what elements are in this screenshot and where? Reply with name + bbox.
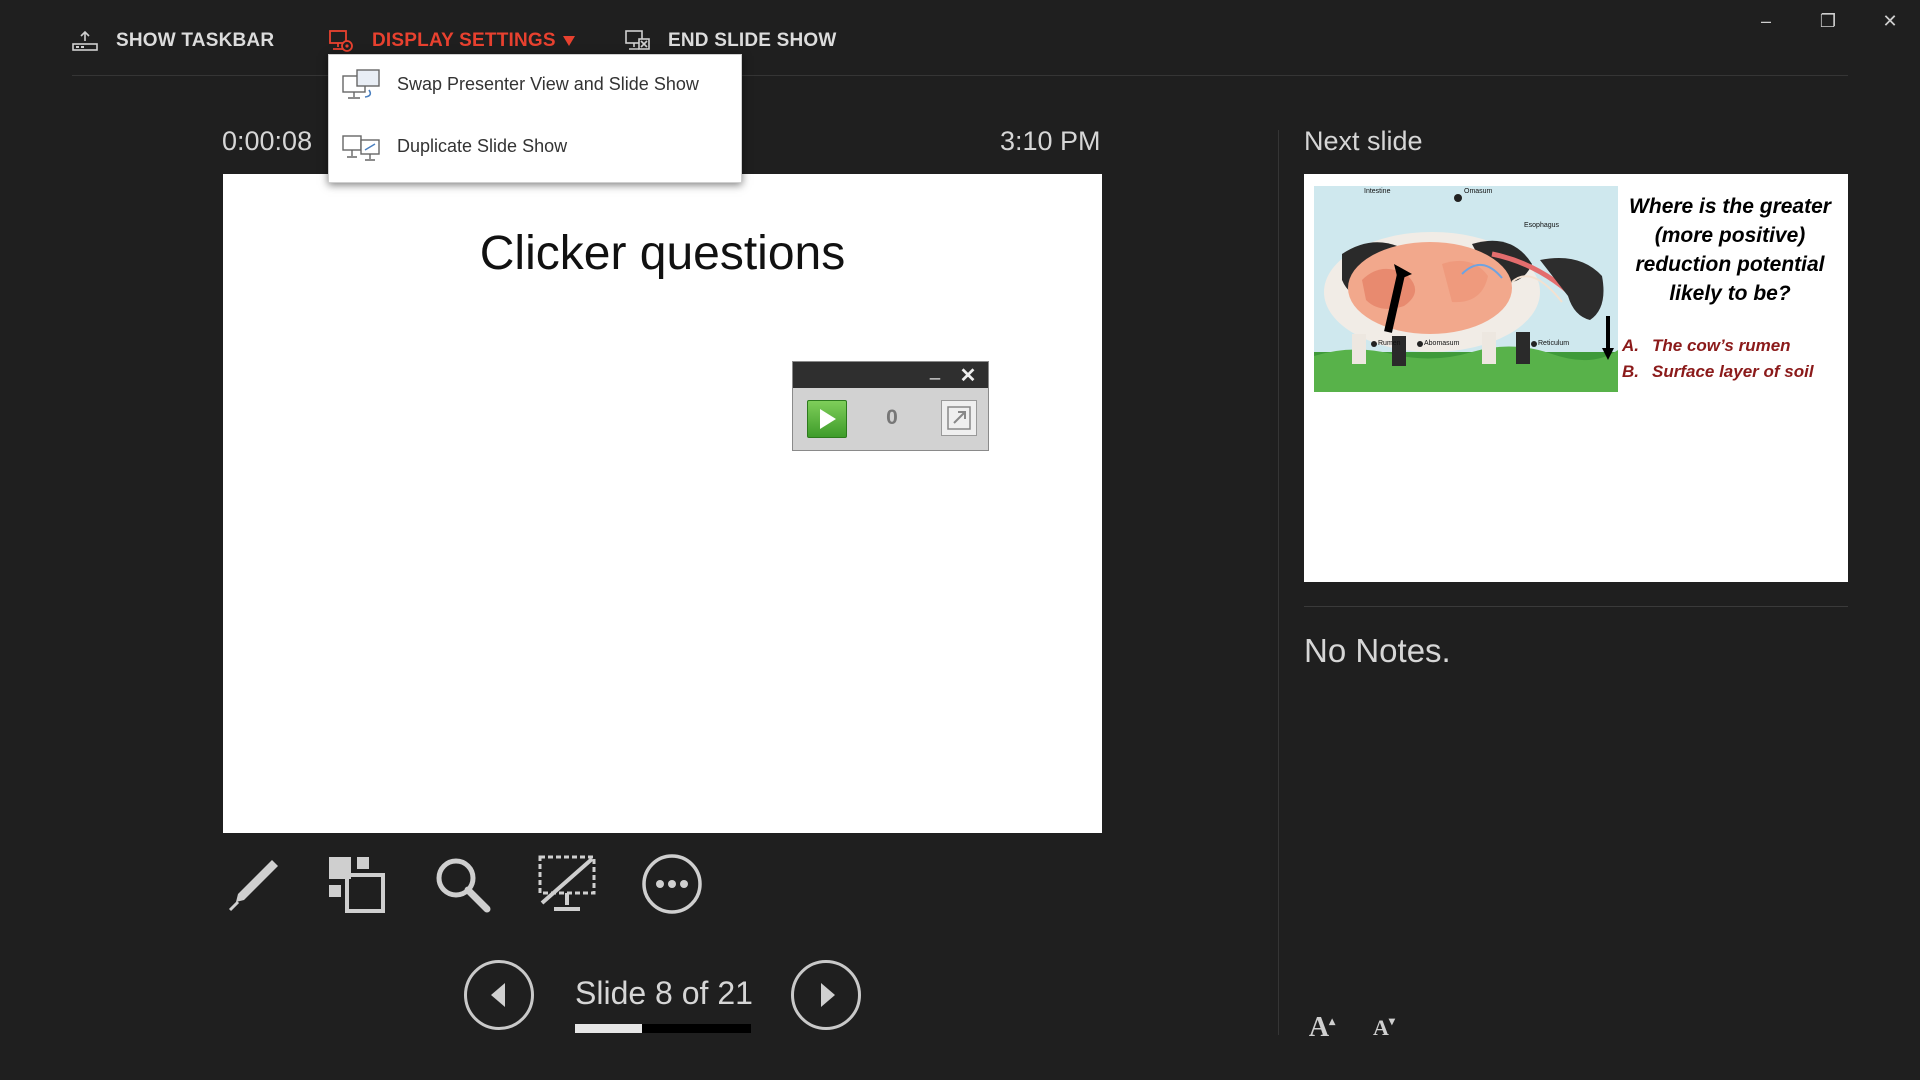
elapsed-timer: 0:00:08	[222, 126, 313, 156]
display-settings-menu: Swap Presenter View and Slide Show Dupli…	[328, 54, 742, 183]
speaker-notes: No Notes.	[1304, 632, 1451, 669]
current-time: 3:10 PM	[1000, 126, 1101, 156]
next-slide-preview[interactable]: Intestine Omasum Esophagus Rumen Abomasu…	[1304, 174, 1848, 582]
next-slide-button[interactable]	[791, 960, 861, 1030]
show-taskbar-button[interactable]: SHOW TASKBAR	[72, 26, 274, 56]
play-icon	[820, 409, 836, 429]
notes-divider[interactable]	[1304, 606, 1848, 607]
minimize-button[interactable]: –	[1746, 8, 1786, 34]
show-taskbar-label: SHOW TASKBAR	[116, 30, 275, 51]
end-show-icon	[625, 30, 650, 50]
clicker-widget: _ ✕ 0	[792, 360, 989, 451]
diagram-label-omasum: Omasum	[1464, 188, 1493, 195]
slide-progress-fill	[575, 1024, 643, 1033]
diagram-label-rumen: Rumen	[1378, 340, 1401, 347]
previous-slide-button[interactable]	[464, 960, 534, 1030]
slide-title: Clicker questions	[479, 227, 846, 280]
clicker-close-button[interactable]: ✕	[957, 363, 979, 387]
clicker-minimize-button[interactable]: _	[925, 360, 945, 386]
current-slide: Clicker questions	[223, 174, 1102, 833]
menu-item-label: Duplicate Slide Show	[397, 135, 568, 156]
black-screen-icon	[538, 855, 596, 911]
answer-a: A. The cow’s rumen	[1622, 336, 1791, 356]
decrease-font-icon: A	[1373, 1015, 1389, 1040]
decrease-font-button[interactable]: A ▾	[1364, 1008, 1404, 1048]
answer-text: The cow’s rumen	[1652, 336, 1791, 355]
next-arrow-icon	[821, 983, 835, 1007]
display-settings-button[interactable]: DISPLAY SETTINGS	[328, 26, 576, 56]
increase-font-icon: A	[1308, 1012, 1330, 1043]
swap-displays-icon	[342, 69, 380, 99]
see-all-slides-icon	[329, 857, 385, 913]
end-slide-show-label: END SLIDE SHOW	[668, 30, 837, 51]
menu-item-swap-presenter-view[interactable]: Swap Presenter View and Slide Show	[329, 59, 741, 109]
pane-divider[interactable]	[1278, 130, 1279, 1035]
next-slide-label: Next slide	[1304, 126, 1423, 156]
slide-counter[interactable]: Slide 8 of 21	[575, 975, 753, 1012]
zoom-button[interactable]	[430, 852, 494, 916]
more-options-icon	[642, 854, 702, 914]
diagram-label-reticulum: Reticulum	[1538, 340, 1570, 347]
zoom-icon	[436, 858, 491, 913]
pen-icon	[228, 860, 278, 912]
restore-button[interactable]: ❐	[1808, 8, 1848, 34]
previous-arrow-icon	[491, 983, 505, 1007]
answer-letter: A.	[1622, 336, 1639, 355]
display-settings-icon	[329, 30, 353, 52]
answer-text: Surface layer of soil	[1652, 362, 1814, 381]
answer-letter: B.	[1622, 362, 1639, 381]
see-all-slides-button[interactable]	[324, 852, 388, 916]
duplicate-display-icon	[342, 135, 380, 161]
diagram-label-abomasum: Abomasum	[1424, 340, 1460, 347]
clicker-start-button[interactable]	[807, 400, 847, 438]
clicker-titlebar[interactable]: _ ✕	[793, 360, 988, 388]
more-options-button[interactable]	[640, 852, 704, 916]
pen-tool-button[interactable]	[222, 852, 286, 916]
close-window-button[interactable]: ✕	[1870, 8, 1910, 34]
cow-digestive-diagram	[1314, 186, 1618, 392]
answer-b: B. Surface layer of soil	[1622, 362, 1814, 382]
expand-icon	[947, 406, 971, 430]
clicker-response-count: 0	[886, 406, 898, 429]
slide-progress-bar	[575, 1024, 751, 1033]
next-slide-question: Where is the greater (more positive) red…	[1629, 195, 1831, 305]
display-settings-label: DISPLAY SETTINGS	[372, 30, 556, 51]
diagram-label-intestine: Intestine	[1364, 188, 1391, 195]
end-slide-show-button[interactable]: END SLIDE SHOW	[624, 26, 837, 56]
menu-item-label: Swap Presenter View and Slide Show	[397, 73, 699, 94]
black-screen-button[interactable]	[535, 852, 599, 916]
taskbar-icon	[72, 30, 98, 51]
increase-font-button[interactable]: A ▴	[1302, 1008, 1342, 1048]
clicker-expand-button[interactable]	[941, 400, 977, 436]
menu-item-duplicate-slide-show[interactable]: Duplicate Slide Show	[329, 121, 741, 171]
dropdown-arrow-icon	[562, 36, 575, 46]
diagram-label-esophagus: Esophagus	[1524, 222, 1560, 229]
